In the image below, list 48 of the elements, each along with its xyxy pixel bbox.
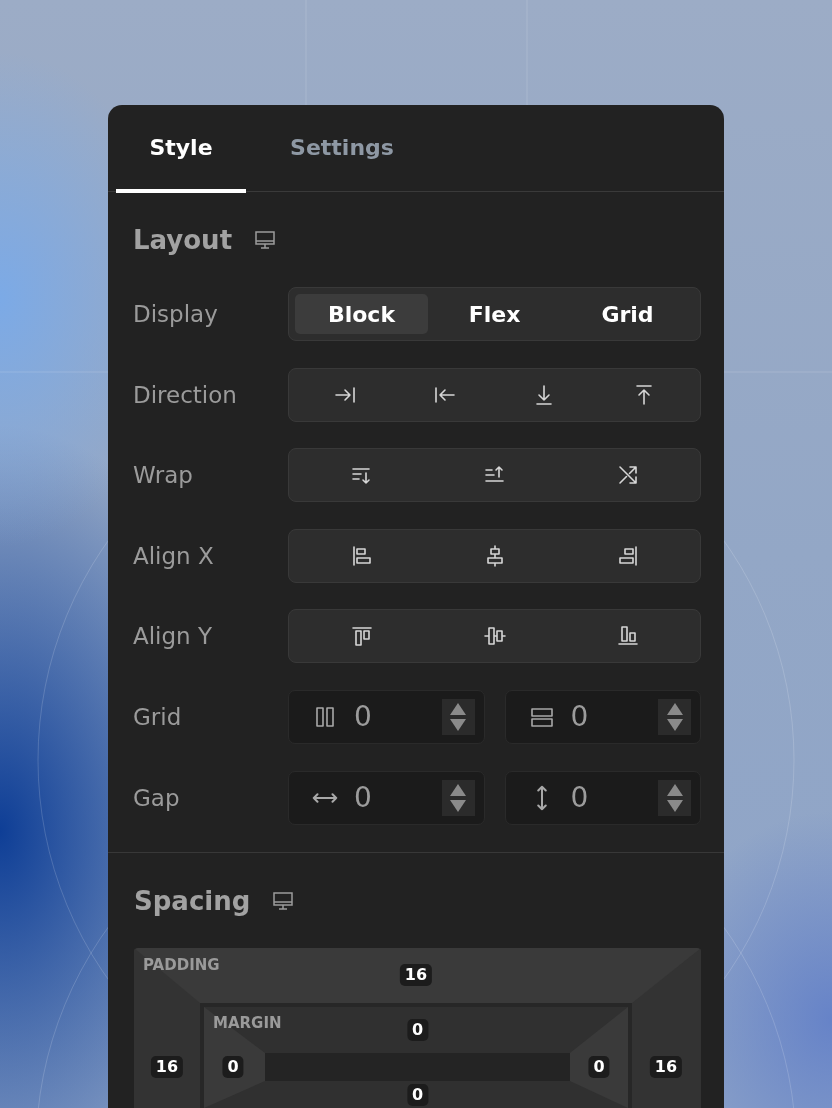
tab[interactable]: Style: [116, 105, 246, 193]
number-stepper[interactable]: [658, 779, 691, 816]
align-top-icon[interactable]: [349, 624, 374, 649]
section-title: Spacing: [134, 885, 251, 916]
display-option[interactable]: Block: [295, 294, 428, 334]
up-triangle-icon[interactable]: [450, 783, 466, 796]
up-triangle-icon[interactable]: [450, 702, 466, 715]
monitor-icon[interactable]: [253, 228, 278, 252]
margin-value[interactable]: 0: [406, 1018, 429, 1041]
down-triangle-icon[interactable]: [666, 799, 683, 812]
display-option[interactable]: Flex: [428, 294, 561, 334]
margin-value[interactable]: 0: [406, 1084, 429, 1106]
number-field[interactable]: 0: [504, 770, 701, 825]
property-label: Gap: [133, 784, 181, 811]
number-field[interactable]: 0: [288, 689, 485, 744]
number-input[interactable]: 0: [354, 781, 442, 815]
number-stepper[interactable]: [441, 779, 475, 816]
down-triangle-icon[interactable]: [666, 718, 683, 731]
padding-value[interactable]: 16: [649, 1055, 683, 1078]
number-field[interactable]: 0: [504, 689, 701, 744]
property-label: Align X: [133, 542, 215, 569]
down-triangle-icon[interactable]: [450, 799, 466, 812]
tab[interactable]: Settings: [277, 105, 407, 193]
up-triangle-icon[interactable]: [666, 702, 683, 715]
up-triangle-icon[interactable]: [666, 783, 683, 796]
property-label: Align Y: [133, 623, 214, 650]
padding-value[interactable]: 16: [150, 1055, 184, 1078]
number-stepper[interactable]: [441, 698, 475, 735]
number-input[interactable]: 0: [570, 700, 658, 734]
box-label: PADDING: [143, 956, 220, 973]
margin-value[interactable]: 0: [588, 1055, 610, 1078]
margin-value[interactable]: 0: [222, 1055, 244, 1078]
section-title: Layout: [133, 225, 233, 255]
display-option[interactable]: Grid: [561, 294, 694, 334]
vertical-arrows-icon: [536, 784, 547, 811]
number-field[interactable]: 0: [288, 770, 485, 825]
number-input[interactable]: 0: [354, 700, 442, 734]
box-label: MARGIN: [213, 1014, 282, 1031]
down-triangle-icon[interactable]: [450, 718, 466, 731]
property-label: Display: [133, 301, 219, 327]
property-label: Direction: [133, 381, 238, 408]
number-input[interactable]: 0: [570, 781, 658, 815]
horizontal-arrows-icon: [312, 792, 338, 803]
columns-icon: [313, 704, 337, 729]
property-label: Wrap: [133, 462, 194, 489]
number-stepper[interactable]: [658, 698, 691, 735]
padding-value[interactable]: 16: [399, 964, 433, 987]
property-label: Grid: [133, 703, 183, 730]
